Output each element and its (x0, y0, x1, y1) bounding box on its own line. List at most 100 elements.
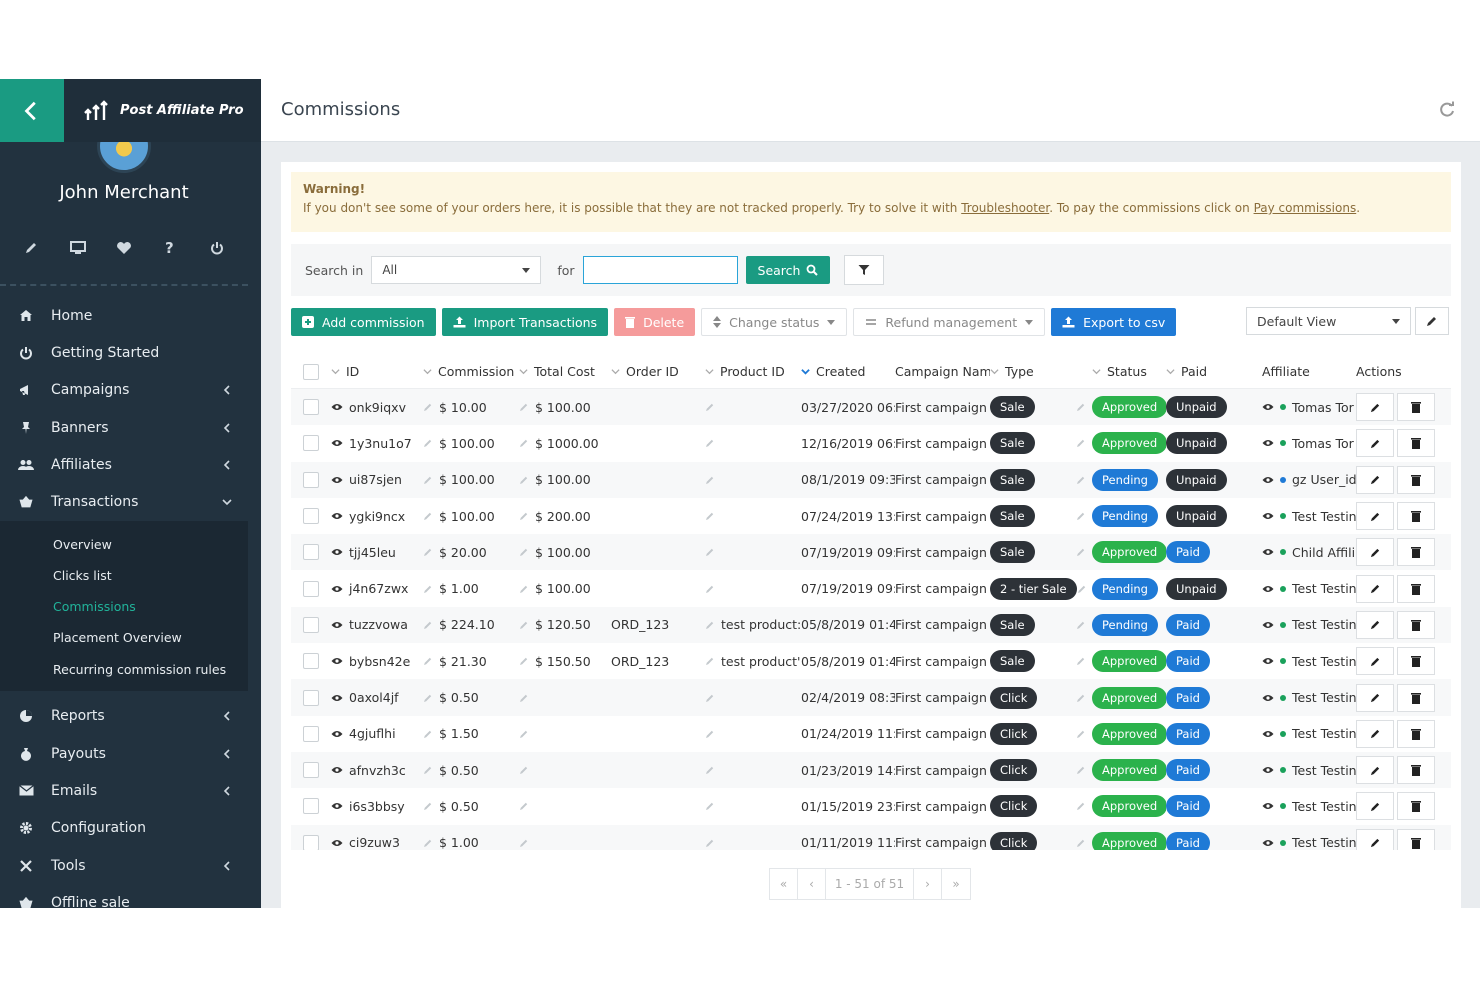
cell-affiliate-value[interactable]: Test Testin (1292, 835, 1356, 850)
edit-pencil-icon[interactable] (1076, 693, 1086, 703)
delete-row-button[interactable] (1397, 429, 1435, 458)
cell-commission[interactable]: $ 1.00 (423, 835, 519, 850)
edit-row-button[interactable] (1356, 538, 1394, 567)
help-button[interactable]: ? (159, 237, 181, 259)
eye-icon[interactable] (331, 438, 343, 448)
sidebar-item-configuration[interactable]: Configuration (0, 810, 248, 847)
cell-product-id[interactable] (705, 693, 801, 703)
edit-pencil-icon[interactable] (1076, 765, 1086, 775)
edit-pencil-icon[interactable] (423, 511, 433, 521)
next-page-button[interactable]: › (914, 869, 942, 899)
submenu-item-recurring-rules[interactable]: Recurring commission rules (0, 654, 248, 685)
sidebar-item-payouts[interactable]: Payouts (0, 735, 248, 772)
table-row[interactable]: onk9iqxv $ 10.00 $ 100.00 03/27/2020 06:: Fi… (291, 389, 1451, 426)
row-checkbox[interactable] (303, 798, 319, 815)
edit-row-button[interactable] (1356, 828, 1394, 850)
edit-row-button[interactable] (1356, 429, 1394, 458)
edit-pencil-icon[interactable] (519, 475, 529, 485)
cell-affiliate-value[interactable]: gz User_id: (1292, 472, 1356, 487)
eye-icon[interactable] (1262, 656, 1274, 666)
delete-row-button[interactable] (1397, 792, 1435, 821)
delete-button[interactable]: Delete (614, 308, 696, 336)
edit-pencil-icon[interactable] (705, 620, 715, 630)
edit-row-button[interactable] (1356, 574, 1394, 603)
last-page-button[interactable]: » (942, 869, 970, 899)
table-row[interactable]: 0axol4jf $ 0.50 02/4/2019 08:3(First campa… (291, 679, 1451, 716)
paid-badge[interactable]: Unpaid (1166, 577, 1227, 600)
edit-pencil-icon[interactable] (519, 547, 529, 557)
row-checkbox[interactable] (303, 762, 319, 779)
sidebar-item-emails[interactable]: Emails (0, 772, 248, 809)
edit-pencil-icon[interactable] (1076, 402, 1086, 412)
eye-icon[interactable] (331, 402, 343, 412)
cell-product-id[interactable] (705, 838, 801, 848)
select-all-checkbox[interactable] (303, 363, 319, 380)
eye-icon[interactable] (331, 511, 343, 521)
cell-commission[interactable]: $ 1.00 (423, 581, 519, 596)
eye-icon[interactable] (331, 765, 343, 775)
status-badge[interactable]: Approved (1092, 831, 1166, 850)
eye-icon[interactable] (331, 729, 343, 739)
paid-badge[interactable]: Paid (1166, 795, 1210, 818)
table-row[interactable]: bybsn42e $ 21.30 $ 150.50 ORD_123 test produ… (291, 643, 1451, 679)
eye-icon[interactable] (1262, 438, 1274, 448)
logo[interactable]: Post Affiliate Pro (64, 79, 261, 142)
edit-profile-button[interactable] (20, 237, 42, 259)
delete-row-button[interactable] (1397, 574, 1435, 603)
cell-commission[interactable]: $ 21.30 (423, 654, 519, 669)
collapse-sidebar-button[interactable] (0, 79, 64, 142)
eye-icon[interactable] (1262, 838, 1274, 848)
row-checkbox[interactable] (303, 725, 319, 742)
sidebar-item-getting-started[interactable]: Getting Started (0, 334, 248, 371)
paid-badge[interactable]: Unpaid (1166, 396, 1227, 419)
cell-total-cost[interactable] (519, 801, 611, 811)
edit-pencil-icon[interactable] (705, 402, 715, 412)
header-id[interactable]: ID (331, 364, 423, 379)
status-badge[interactable]: Pending (1092, 577, 1158, 600)
search-in-select[interactable]: All (371, 256, 542, 284)
troubleshooter-link[interactable]: Troubleshooter (961, 201, 1049, 215)
row-checkbox[interactable] (303, 508, 319, 525)
edit-pencil-icon[interactable] (519, 729, 529, 739)
paid-badge[interactable]: Paid (1166, 613, 1210, 636)
status-badge[interactable]: Pending (1092, 505, 1158, 528)
cell-affiliate-value[interactable]: Tomas Tor (1292, 436, 1354, 451)
cell-commission[interactable]: $ 100.00 (423, 472, 519, 487)
header-product-id[interactable]: Product ID (705, 364, 801, 379)
paid-badge[interactable]: Paid (1166, 759, 1210, 782)
eye-icon[interactable] (331, 801, 343, 811)
cell-total-cost[interactable]: $ 1000.00 (519, 436, 611, 451)
cell-total-cost[interactable]: $ 100.00 (519, 581, 611, 596)
cell-commission[interactable]: $ 0.50 (423, 799, 519, 814)
prev-page-button[interactable]: ‹ (798, 869, 826, 899)
table-row[interactable]: j4n67zwx $ 1.00 $ 100.00 07/19/2019 09:! Fir… (291, 570, 1451, 606)
eye-icon[interactable] (1262, 584, 1274, 594)
cell-affiliate-value[interactable]: Test Testin (1292, 509, 1356, 524)
edit-pencil-icon[interactable] (423, 547, 433, 557)
edit-pencil-icon[interactable] (423, 729, 433, 739)
edit-pencil-icon[interactable] (1076, 620, 1086, 630)
cell-affiliate-value[interactable]: Test Testin (1292, 617, 1356, 632)
change-status-dropdown[interactable]: Change status (701, 308, 848, 336)
cell-affiliate-value[interactable]: Test Testin (1292, 763, 1356, 778)
edit-pencil-icon[interactable] (1076, 511, 1086, 521)
cell-affiliate-value[interactable]: Test Testin (1292, 581, 1356, 596)
cell-product-id[interactable] (705, 801, 801, 811)
status-badge[interactable]: Approved (1092, 396, 1166, 419)
header-order-id[interactable]: Order ID (611, 364, 705, 379)
edit-pencil-icon[interactable] (423, 838, 433, 848)
edit-pencil-icon[interactable] (705, 838, 715, 848)
edit-row-button[interactable] (1356, 610, 1394, 639)
cell-total-cost[interactable] (519, 693, 611, 703)
edit-pencil-icon[interactable] (705, 547, 715, 557)
status-badge[interactable]: Approved (1092, 722, 1166, 745)
paid-badge[interactable]: Paid (1166, 686, 1210, 709)
delete-row-button[interactable] (1397, 502, 1435, 531)
cell-product-id[interactable] (705, 438, 801, 448)
cell-product-id[interactable] (705, 511, 801, 521)
cell-total-cost[interactable]: $ 100.00 (519, 400, 611, 415)
status-badge[interactable]: Approved (1092, 795, 1166, 818)
delete-row-button[interactable] (1397, 393, 1435, 422)
edit-pencil-icon[interactable] (705, 475, 715, 485)
filter-button[interactable] (844, 255, 885, 285)
